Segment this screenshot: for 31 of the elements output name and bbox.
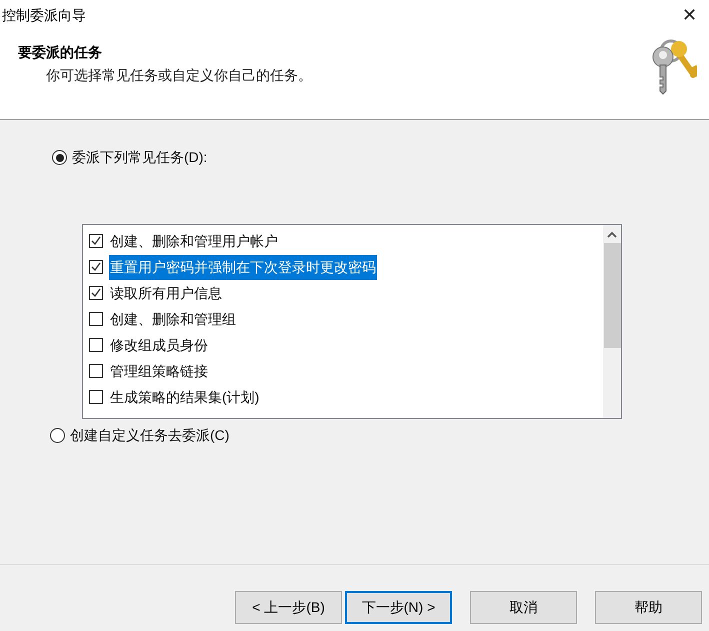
radio-button[interactable]	[50, 428, 65, 443]
task-item[interactable]: 管理组策略链接	[109, 358, 209, 384]
wizard-button[interactable]: 取消	[470, 591, 577, 624]
radio-label: 委派下列常见任务(D):	[72, 148, 208, 167]
page-title: 要委派的任务	[18, 43, 103, 62]
task-item[interactable]: 读取所有用户信息	[109, 280, 223, 306]
radio-label: 创建自定义任务去委派(C)	[70, 426, 230, 445]
checkmark-icon	[91, 236, 101, 246]
wizard-button[interactable]: < 上一步(B)	[235, 591, 342, 624]
scroll-thumb[interactable]	[604, 243, 620, 348]
wizard-button[interactable]: 下一步(N) >	[345, 591, 452, 624]
close-button[interactable]: ✕	[678, 2, 701, 28]
checkbox[interactable]	[89, 390, 103, 404]
task-item[interactable]: 重置用户密码并强制在下次登录时更改密码	[109, 254, 377, 280]
checkmark-icon	[91, 262, 101, 272]
checkbox[interactable]	[89, 364, 103, 378]
checkbox[interactable]	[89, 234, 103, 248]
checkbox[interactable]	[89, 338, 103, 352]
checkmark-icon	[91, 288, 101, 298]
checkbox[interactable]	[89, 312, 103, 326]
radio-button[interactable]	[52, 150, 67, 165]
page-subtitle: 你可选择常见任务或自定义你自己的任务。	[45, 66, 312, 85]
window-title: 控制委派向导	[2, 6, 86, 24]
task-item[interactable]: 创建、删除和管理用户帐户	[109, 228, 279, 254]
checkbox[interactable]	[89, 286, 103, 300]
checkbox[interactable]	[89, 260, 103, 274]
task-item[interactable]: 修改组成员身份	[109, 332, 209, 358]
task-item[interactable]: 创建、删除和管理组	[109, 306, 237, 332]
scrollbar[interactable]	[603, 225, 621, 418]
task-item[interactable]: 生成策略的结果集(计划)	[109, 384, 260, 410]
wizard-button[interactable]: 帮助	[595, 591, 702, 624]
